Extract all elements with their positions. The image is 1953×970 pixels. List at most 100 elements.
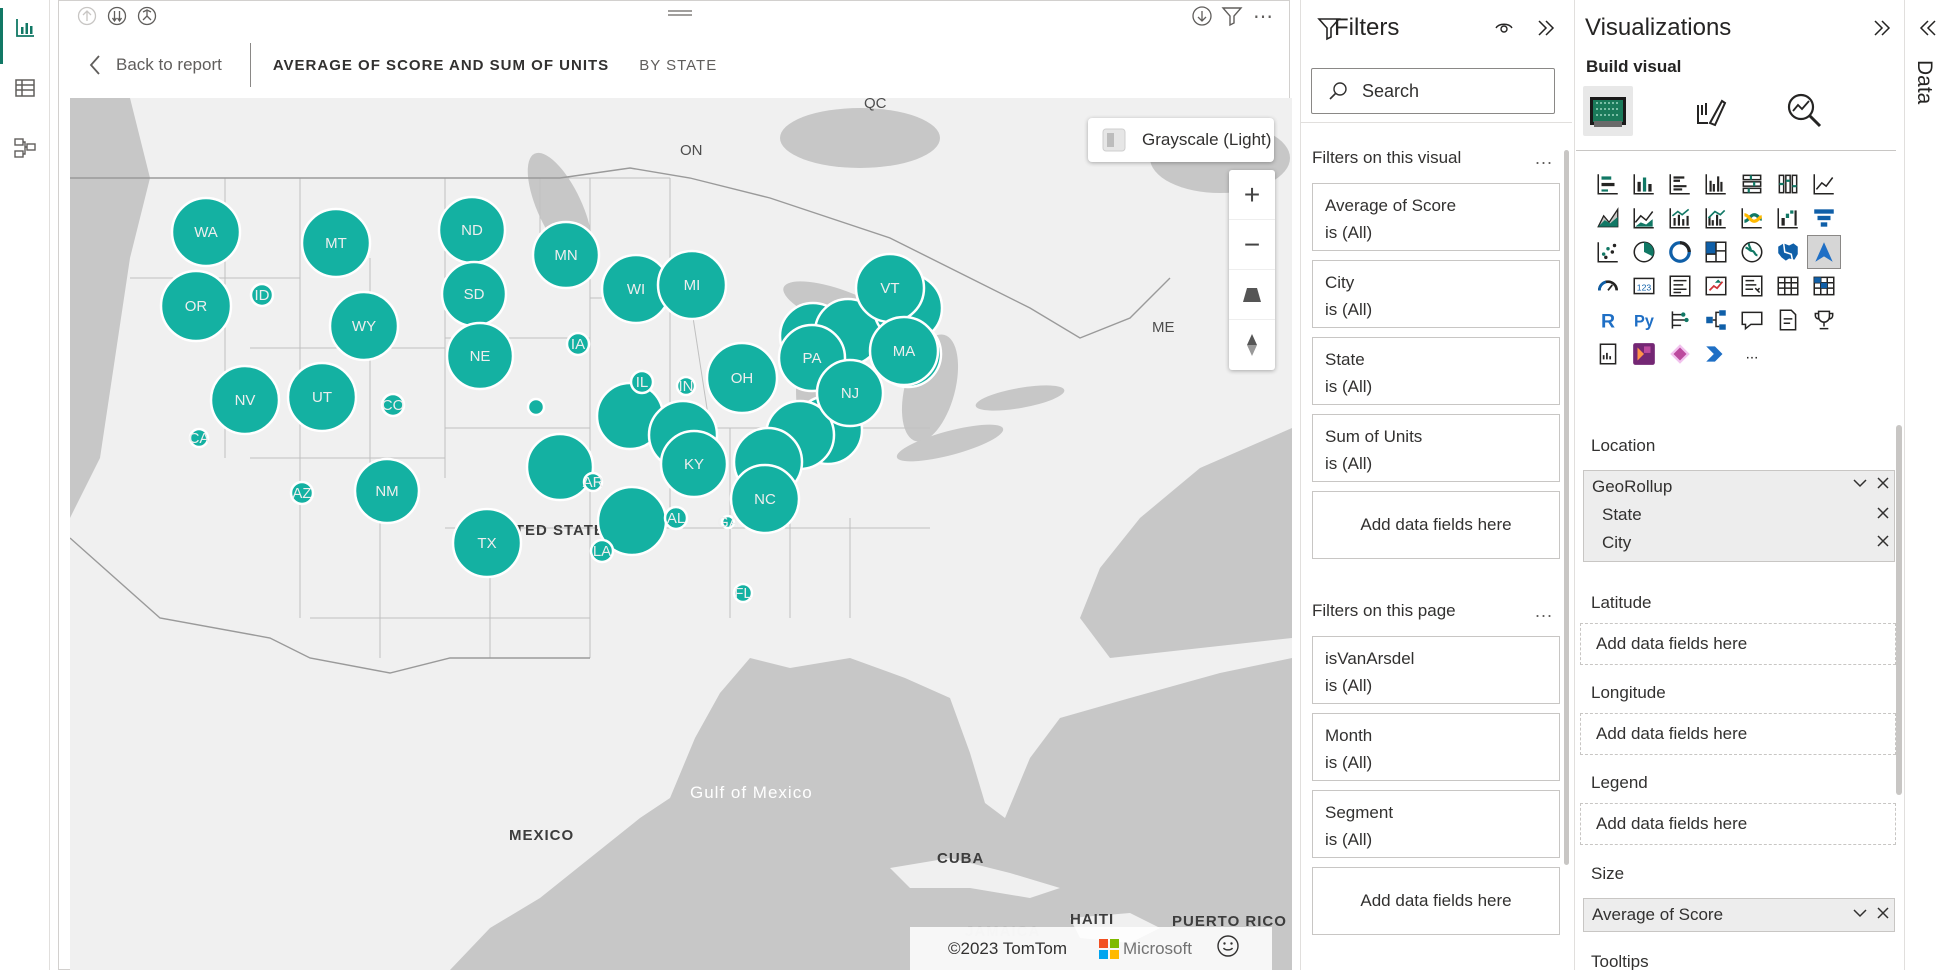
clustered-column-chart-icon[interactable] xyxy=(1699,167,1733,201)
map-visual[interactable]: QC ON ME UNITED STATES Gulf of Mexico ME… xyxy=(70,98,1292,970)
state-hierarchy-field[interactable]: State xyxy=(1602,505,1642,525)
line-and-stacked-column-chart-icon[interactable] xyxy=(1663,201,1697,235)
map-icon[interactable] xyxy=(1735,235,1769,269)
go-to-next-level-button[interactable] xyxy=(106,5,128,27)
map-style-label: Grayscale (Light) xyxy=(1142,130,1272,149)
slicer-icon[interactable] xyxy=(1735,269,1769,303)
expand-data-pane-button[interactable] xyxy=(1918,18,1938,43)
expand-all-down-button[interactable] xyxy=(136,5,158,27)
latitude-drop-zone[interactable]: Add data fields here xyxy=(1580,623,1896,665)
matrix-icon[interactable] xyxy=(1807,269,1841,303)
table-icon[interactable] xyxy=(1771,269,1805,303)
drill-down-toggle-button[interactable] xyxy=(1191,5,1213,27)
gauge-icon[interactable] xyxy=(1591,269,1625,303)
filter-search-input[interactable]: Search xyxy=(1311,68,1555,114)
filter-card-sum-of-units[interactable]: Sum of Units is (All) xyxy=(1312,414,1560,482)
100-stacked-column-chart-icon[interactable] xyxy=(1771,167,1805,201)
stacked-column-chart-icon[interactable] xyxy=(1627,167,1661,201)
key-influencers-icon[interactable] xyxy=(1663,303,1697,337)
report-view-button[interactable] xyxy=(0,6,50,64)
filters-divider xyxy=(1300,122,1572,123)
line-and-clustered-column-chart-icon[interactable] xyxy=(1699,201,1733,235)
chevron-down-icon[interactable] xyxy=(1852,475,1868,496)
decomposition-tree-icon[interactable] xyxy=(1699,303,1733,337)
average-of-score-field[interactable]: Average of Score xyxy=(1592,905,1723,925)
clustered-bar-chart-icon[interactable] xyxy=(1663,167,1697,201)
power-apps-icon[interactable] xyxy=(1627,337,1661,371)
pie-chart-icon[interactable] xyxy=(1627,235,1661,269)
stacked-bar-chart-icon[interactable] xyxy=(1591,167,1625,201)
r-script-visual-icon[interactable]: R xyxy=(1591,303,1625,337)
card-icon[interactable]: 123 xyxy=(1627,269,1661,303)
chevron-down-icon[interactable] xyxy=(1852,905,1868,926)
filter-card-state[interactable]: State is (All) xyxy=(1312,337,1560,405)
filters-scrollbar[interactable] xyxy=(1564,150,1569,865)
filter-card-state: is (All) xyxy=(1325,223,1373,242)
pitch-button[interactable] xyxy=(1229,270,1275,320)
build-visual-tab[interactable] xyxy=(1583,86,1633,136)
analytics-tab[interactable] xyxy=(1780,86,1830,136)
longitude-drop-zone[interactable]: Add data fields here xyxy=(1580,713,1896,755)
area-chart-icon[interactable] xyxy=(1591,201,1625,235)
page-filters-more-icon[interactable]: ... xyxy=(1535,601,1553,622)
visualizations-scrollbar[interactable] xyxy=(1896,425,1902,795)
remove-size-field-icon[interactable] xyxy=(1876,905,1890,925)
paginated-report-icon[interactable] xyxy=(1591,337,1625,371)
donut-chart-icon[interactable] xyxy=(1663,235,1697,269)
legend-drop-zone[interactable]: Add data fields here xyxy=(1580,803,1896,845)
multi-row-card-icon[interactable] xyxy=(1663,269,1697,303)
smart-narrative-icon[interactable] xyxy=(1771,303,1805,337)
python-visual-icon[interactable]: Py xyxy=(1627,303,1661,337)
qa-visual-icon[interactable] xyxy=(1735,303,1769,337)
compass-button[interactable] xyxy=(1229,320,1275,370)
back-to-report-button[interactable]: Back to report xyxy=(88,54,250,76)
metrics-icon[interactable] xyxy=(1807,303,1841,337)
remove-state-icon[interactable] xyxy=(1876,505,1890,525)
stacked-area-chart-icon[interactable] xyxy=(1627,201,1661,235)
remove-georollup-icon[interactable] xyxy=(1876,475,1890,495)
scatter-chart-icon[interactable] xyxy=(1591,235,1625,269)
feedback-button[interactable] xyxy=(1216,934,1240,963)
more-visuals-icon[interactable]: ... xyxy=(1735,337,1769,371)
format-visual-tab[interactable] xyxy=(1685,86,1735,136)
visual-filters-more-icon[interactable]: ... xyxy=(1535,148,1553,169)
line-chart-icon[interactable] xyxy=(1807,167,1841,201)
visualizations-title: Visualizations xyxy=(1585,14,1732,41)
funnel-chart-icon[interactable] xyxy=(1807,201,1841,235)
collapse-filters-button[interactable] xyxy=(1536,18,1556,43)
filter-card-isvanarsdel[interactable]: isVanArsdel is (All) xyxy=(1312,636,1560,704)
filled-map-icon[interactable] xyxy=(1771,235,1805,269)
map-style-button[interactable]: Grayscale (Light) xyxy=(1088,118,1274,162)
remove-city-icon[interactable] xyxy=(1876,533,1890,553)
city-bubble[interactable] xyxy=(526,397,546,417)
azure-map-icon[interactable] xyxy=(1807,235,1841,269)
page-filters-drop-zone[interactable]: Add data fields here xyxy=(1312,867,1560,935)
zoom-out-button[interactable]: − xyxy=(1229,220,1275,270)
filter-card-month[interactable]: Month is (All) xyxy=(1312,713,1560,781)
georollup-field[interactable]: GeoRollup xyxy=(1592,477,1672,497)
power-automate-flow-icon[interactable] xyxy=(1699,337,1733,371)
filter-visibility-button[interactable] xyxy=(1494,18,1514,43)
power-automate-icon[interactable] xyxy=(1663,337,1697,371)
city-hierarchy-field[interactable]: City xyxy=(1602,533,1631,553)
drag-handle[interactable] xyxy=(668,10,692,16)
model-view-button[interactable] xyxy=(0,126,50,170)
zoom-in-button[interactable]: + xyxy=(1229,170,1275,220)
table-view-button[interactable] xyxy=(0,66,50,110)
drill-up-button[interactable] xyxy=(76,5,98,27)
more-options-icon[interactable]: ⋯ xyxy=(1252,5,1274,28)
waterfall-chart-icon[interactable] xyxy=(1771,201,1805,235)
collapse-visualizations-button[interactable] xyxy=(1872,18,1892,43)
ribbon-chart-icon[interactable] xyxy=(1735,201,1769,235)
100-stacked-bar-chart-icon[interactable] xyxy=(1735,167,1769,201)
kpi-icon[interactable] xyxy=(1699,269,1733,303)
treemap-icon[interactable] xyxy=(1699,235,1733,269)
location-well[interactable]: GeoRollup State City xyxy=(1583,470,1895,562)
data-pane-collapsed[interactable] xyxy=(1904,0,1953,970)
size-well[interactable]: Average of Score xyxy=(1583,898,1895,932)
filter-card-segment[interactable]: Segment is (All) xyxy=(1312,790,1560,858)
visual-filters-drop-zone[interactable]: Add data fields here xyxy=(1312,491,1560,559)
filter-card-city[interactable]: City is (All) xyxy=(1312,260,1560,328)
filter-card-average-of-score[interactable]: Average of Score is (All) xyxy=(1312,183,1560,251)
visual-filter-button[interactable] xyxy=(1221,5,1243,27)
